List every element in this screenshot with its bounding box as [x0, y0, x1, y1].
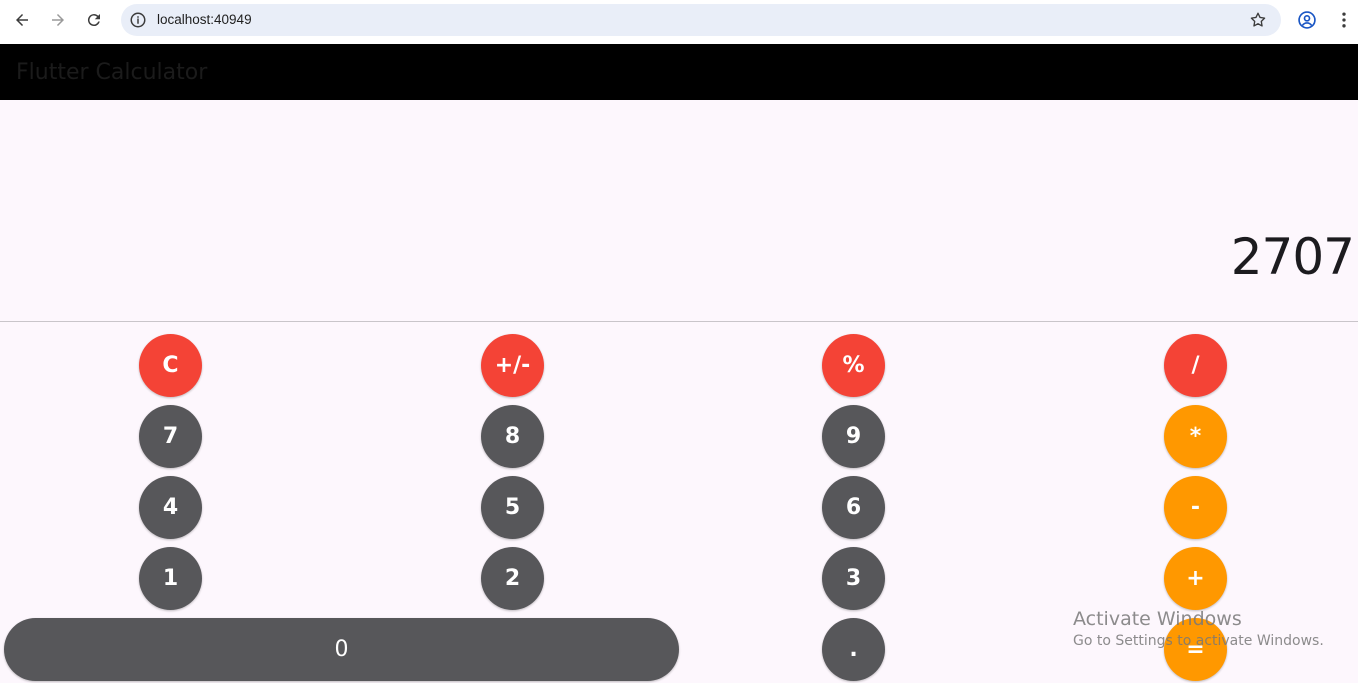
- browser-toolbar: localhost:40949: [0, 0, 1358, 44]
- display-value: 2707: [1230, 228, 1355, 286]
- digit-3-button[interactable]: 3: [822, 547, 885, 610]
- digit-6-button[interactable]: 6: [822, 476, 885, 539]
- calculator-display: 2707: [0, 100, 1358, 321]
- percent-button[interactable]: %: [822, 334, 885, 397]
- digit-0-button[interactable]: 0: [4, 618, 679, 681]
- reload-icon: [87, 14, 100, 27]
- decimal-button[interactable]: .: [822, 618, 885, 681]
- equals-button[interactable]: =: [1164, 618, 1227, 681]
- subtract-button[interactable]: -: [1164, 476, 1227, 539]
- back-button[interactable]: [10, 8, 34, 32]
- forward-button[interactable]: [46, 8, 70, 32]
- negate-button[interactable]: +/-: [481, 334, 544, 397]
- back-arrow-icon: [16, 14, 28, 26]
- forward-arrow-icon: [52, 14, 64, 26]
- multiply-button[interactable]: *: [1164, 405, 1227, 468]
- app-bar: Flutter Calculator: [0, 44, 1358, 100]
- reload-button[interactable]: [82, 8, 106, 32]
- profile-icon[interactable]: [1297, 10, 1317, 30]
- digit-5-button[interactable]: 5: [481, 476, 544, 539]
- address-bar[interactable]: localhost:40949: [121, 4, 1281, 36]
- digit-4-button[interactable]: 4: [139, 476, 202, 539]
- clear-button[interactable]: C: [139, 334, 202, 397]
- kebab-menu-icon[interactable]: [1334, 10, 1354, 30]
- digit-1-button[interactable]: 1: [139, 547, 202, 610]
- display-divider: [0, 321, 1358, 322]
- digit-9-button[interactable]: 9: [822, 405, 885, 468]
- divide-button[interactable]: /: [1164, 334, 1227, 397]
- star-icon[interactable]: [1249, 11, 1267, 29]
- digit-7-button[interactable]: 7: [139, 405, 202, 468]
- digit-8-button[interactable]: 8: [481, 405, 544, 468]
- digit-2-button[interactable]: 2: [481, 547, 544, 610]
- add-button[interactable]: +: [1164, 547, 1227, 610]
- url-text[interactable]: localhost:40949: [157, 12, 252, 27]
- app-title: Flutter Calculator: [16, 60, 208, 85]
- site-info-icon[interactable]: [129, 11, 147, 29]
